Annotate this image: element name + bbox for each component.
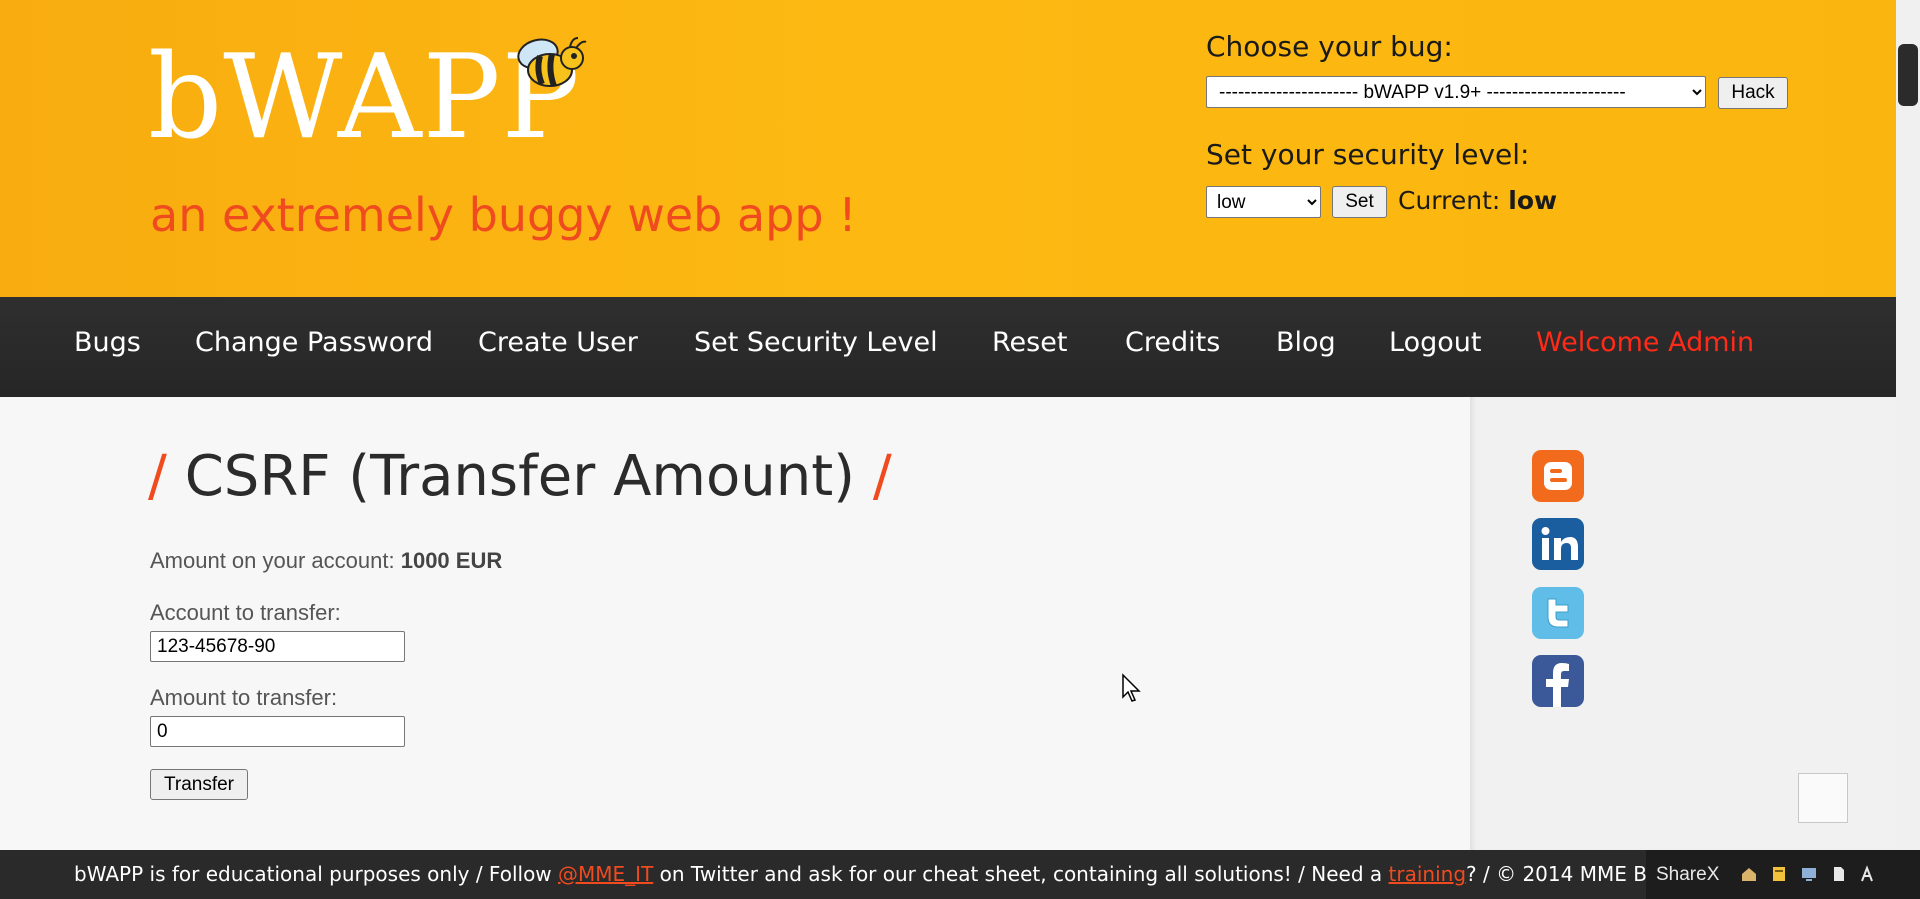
amount-input[interactable] (150, 716, 405, 747)
nav-set-security-level[interactable]: Set Security Level (694, 327, 938, 358)
footer-twitter-link[interactable]: @MME_IT (558, 862, 653, 886)
mouse-cursor-icon (1122, 673, 1141, 702)
home-icon[interactable] (1740, 865, 1758, 883)
page-title: / CSRF (Transfer Amount) / (148, 444, 892, 509)
title-slash-left: / (148, 444, 167, 509)
twitter-icon[interactable] (1532, 587, 1584, 639)
account-balance: Amount on your account: 1000 EUR (150, 548, 502, 574)
nav-blog[interactable]: Blog (1276, 327, 1336, 358)
nav-credits[interactable]: Credits (1125, 327, 1220, 358)
balance-label: Amount on your account: (150, 548, 395, 573)
notes-icon[interactable] (1770, 865, 1788, 883)
monitor-icon[interactable] (1800, 865, 1818, 883)
nav-bugs[interactable]: Bugs (74, 327, 141, 358)
footer-part-1: bWAPP is for educational purposes only /… (74, 862, 552, 886)
security-level-label: Set your security level: (1206, 138, 1530, 171)
bug-select[interactable]: ---------------------- bWAPP v1.9+ -----… (1206, 76, 1706, 108)
account-input[interactable] (150, 631, 405, 662)
footer-part-3: ? / © 2014 MME BVBA / Follow (1466, 862, 1646, 886)
footer-part-2: on Twitter and ask for our cheat sheet, … (659, 862, 1383, 886)
facebook-icon[interactable] (1532, 655, 1584, 707)
scrollbar-thumb[interactable] (1898, 44, 1918, 106)
nav-reset[interactable]: Reset (992, 327, 1067, 358)
system-taskbar: ShareX (1646, 850, 1920, 899)
choose-bug-label: Choose your bug: (1206, 30, 1453, 63)
nav-change-password[interactable]: Change Password (195, 327, 433, 358)
bee-icon (517, 37, 587, 88)
footer-training-link[interactable]: training (1389, 862, 1466, 886)
text-icon[interactable] (1858, 865, 1876, 883)
document-icon[interactable] (1830, 865, 1848, 883)
site-header: bWAPP an extremely buggy web app ! Choos… (0, 0, 1896, 297)
nav-create-user[interactable]: Create User (478, 327, 638, 358)
footer-text: bWAPP is for educational purposes only /… (74, 862, 1646, 886)
title-slash-right: / (872, 444, 892, 509)
current-value: low (1508, 186, 1558, 215)
title-text: CSRF (Transfer Amount) (184, 444, 855, 509)
site-tagline: an extremely buggy web app ! (150, 188, 857, 242)
account-to-transfer-label: Account to transfer: (150, 600, 341, 625)
security-level-select[interactable]: low (1206, 186, 1321, 218)
linkedin-icon[interactable] (1532, 518, 1584, 570)
current-security-level: Current: low (1398, 186, 1557, 215)
hack-button[interactable]: Hack (1718, 77, 1788, 109)
amount-to-transfer-label: Amount to transfer: (150, 685, 338, 710)
transfer-button[interactable]: Transfer (150, 769, 248, 800)
balance-value: 1000 EUR (400, 548, 503, 573)
nav-logout[interactable]: Logout (1389, 327, 1481, 358)
main-nav: Bugs Change Password Create User Set Sec… (0, 297, 1896, 397)
set-security-button[interactable]: Set (1332, 186, 1387, 218)
nav-welcome-user[interactable]: Welcome Admin (1536, 327, 1754, 358)
site-footer: bWAPP is for educational purposes only /… (0, 850, 1646, 899)
sharex-label[interactable]: ShareX (1656, 864, 1719, 886)
current-label: Current: (1398, 186, 1501, 215)
page-scrollbar[interactable] (1896, 0, 1920, 850)
blogger-icon[interactable] (1532, 450, 1584, 502)
broken-image-icon (1798, 773, 1848, 823)
